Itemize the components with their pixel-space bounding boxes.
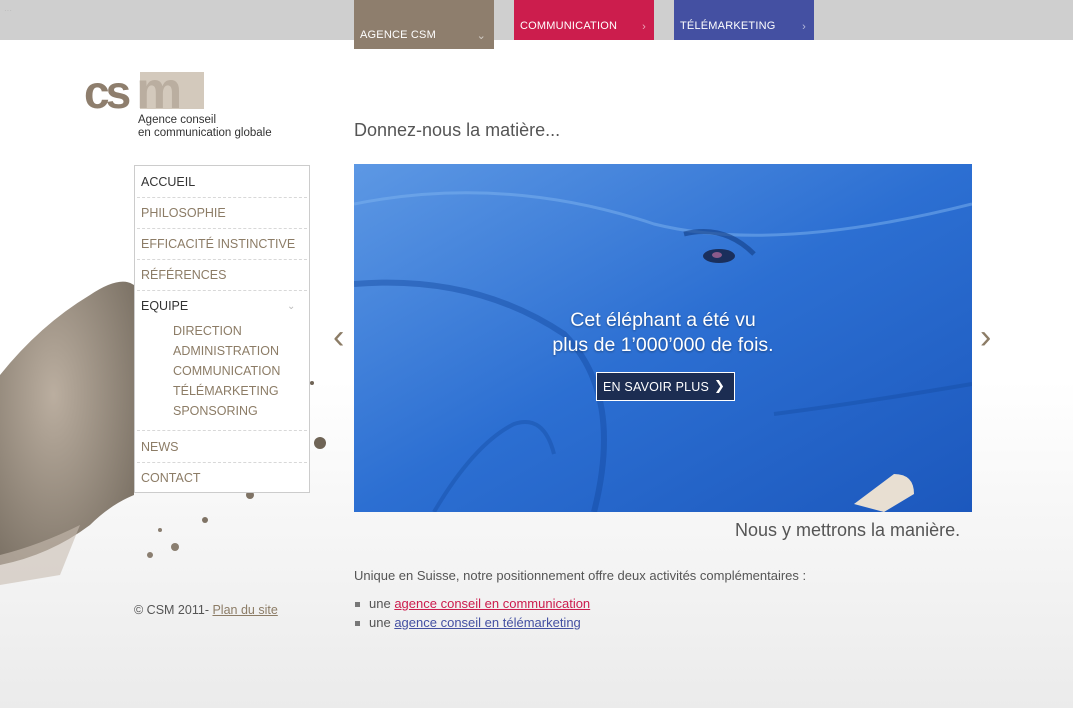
slider-prev-arrow-icon[interactable]: ‹ [333, 318, 344, 357]
banner-tagline: Nous y mettrons la manière. [735, 520, 961, 540]
main-nav: ACCUEIL PHILOSOPHIE EFFICACITÉ INSTINCTI… [134, 165, 310, 493]
nav-subitem-direction[interactable]: DIRECTION [173, 324, 242, 338]
tab-agence-csm[interactable]: AGENCE CSM ⌄ [354, 0, 494, 49]
nav-divider [137, 290, 307, 291]
svg-text:cs: cs [84, 70, 130, 115]
nav-item-equipe[interactable]: EQUIPE [141, 299, 188, 313]
nav-divider [137, 430, 307, 431]
csm-logo-mark: cs m [84, 62, 204, 120]
nav-subitem-telemarketing[interactable]: TÉLÉMARKETING [173, 384, 279, 398]
tab-label: COMMUNICATION [520, 20, 618, 32]
sitemap-link[interactable]: Plan du site [212, 603, 277, 617]
tab-label: TÉLÉMARKETING [680, 20, 776, 32]
footer-copyright: © CSM 2011- Plan du site [134, 603, 278, 617]
list-item: une agence conseil en communication [354, 596, 590, 611]
activities-list: une agence conseil en communication une … [354, 596, 590, 634]
nav-divider [137, 197, 307, 198]
nav-divider [137, 259, 307, 260]
bullet-prefix: une [369, 596, 391, 611]
chevron-right-icon: ❯ [714, 378, 726, 393]
hero-banner[interactable]: Cet éléphant a été vu plus de 1’000’000 … [354, 164, 972, 512]
logo-tagline-line1: Agence conseil [138, 114, 216, 126]
nav-item-philosophie[interactable]: PHILOSOPHIE [141, 206, 226, 220]
nav-divider [137, 462, 307, 463]
chevron-down-icon: ⌄ [287, 301, 296, 312]
communication-agency-link[interactable]: agence conseil en communication [394, 596, 590, 611]
tab-telemarketing[interactable]: TÉLÉMARKETING › [674, 0, 814, 40]
logo-tagline: Agence conseil en communication globale [138, 114, 272, 140]
nav-item-references[interactable]: RÉFÉRENCES [141, 268, 226, 282]
nav-item-accueil[interactable]: ACCUEIL [141, 175, 195, 189]
svg-text:m: m [136, 70, 182, 115]
learn-more-button[interactable]: EN SAVOIR PLUS ❯ [596, 372, 735, 401]
tab-communication[interactable]: COMMUNICATION › [514, 0, 654, 40]
telemarketing-agency-link[interactable]: agence conseil en télémarketing [394, 615, 580, 630]
top-bar-decor: ··· [4, 6, 12, 15]
nav-divider [137, 228, 307, 229]
chevron-down-icon: ⌄ [476, 30, 486, 42]
nav-subitem-communication[interactable]: COMMUNICATION [173, 364, 280, 378]
list-item: une agence conseil en télémarketing [354, 615, 590, 630]
slider-next-arrow-icon[interactable]: › [980, 318, 991, 357]
copyright-text: © CSM 2011- [134, 603, 209, 617]
intro-text: Unique en Suisse, notre positionnement o… [354, 568, 807, 583]
chevron-right-icon: › [642, 21, 646, 33]
chevron-right-icon: › [802, 21, 806, 33]
nav-item-news[interactable]: NEWS [141, 440, 179, 454]
logo-tagline-line2: en communication globale [138, 127, 272, 139]
bullet-prefix: une [369, 615, 391, 630]
nav-subitem-sponsoring[interactable]: SPONSORING [173, 404, 258, 418]
banner-line2: plus de 1’000’000 de fois. [552, 334, 774, 356]
nav-subitem-administration[interactable]: ADMINISTRATION [173, 344, 279, 358]
tab-label: AGENCE CSM [360, 29, 436, 41]
csm-logo[interactable]: cs m Agence conseil en communication glo… [84, 62, 294, 145]
banner-line1: Cet éléphant a été vu [570, 309, 756, 331]
banner-message: Cet éléphant a été vu plus de 1’000’000 … [354, 308, 972, 358]
nav-item-contact[interactable]: CONTACT [141, 471, 201, 485]
learn-more-label: EN SAVOIR PLUS [603, 380, 710, 394]
page-headline: Donnez-nous la matière... [354, 120, 561, 140]
nav-item-efficacite[interactable]: EFFICACITÉ INSTINCTIVE [141, 237, 295, 251]
